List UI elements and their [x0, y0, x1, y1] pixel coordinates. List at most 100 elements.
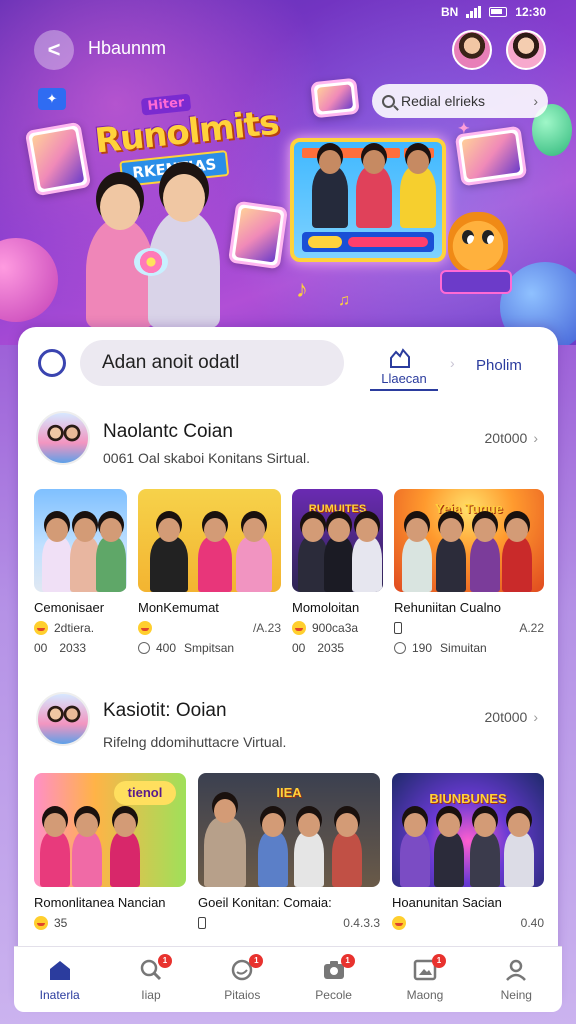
photo-sticker — [227, 200, 289, 270]
profile-icon — [506, 959, 527, 981]
thumbnail-banner: BIUNBUNES — [429, 791, 507, 806]
music-note-icon: ♪ — [296, 276, 308, 303]
video-thumbnail: tienol — [34, 773, 186, 887]
home-icon — [49, 960, 70, 980]
back-arrow-icon: < — [47, 37, 61, 62]
nav-camera[interactable]: 1 Pecole — [289, 953, 379, 1002]
section-avatar[interactable] — [36, 411, 90, 465]
nav-profile[interactable]: Neing — [471, 958, 561, 1002]
section-count[interactable]: 20t000 › — [485, 430, 539, 446]
nav-search[interactable]: 1 Iiap — [106, 953, 196, 1002]
section-title[interactable]: Naolantc Coian — [103, 421, 233, 443]
video-tile[interactable]: MonKemumat /A.23 400 Smpitsan — [138, 489, 281, 655]
thumbnail-banner: Yeia Tuque — [435, 501, 503, 516]
tile-title: Hoanunitan Sacian — [392, 895, 502, 910]
circle-icon[interactable] — [38, 349, 66, 377]
thumbnail-banner: tienol — [114, 781, 176, 805]
avatar[interactable] — [452, 30, 492, 70]
hero-search-bar[interactable]: Redial elrieks › — [372, 84, 548, 118]
tile-title: Rehuniitan Cualno — [394, 600, 501, 615]
bottom-nav: Inaterla 1 Iiap 1 Pitaios 1 Pecole 1 Mao… — [14, 946, 562, 1012]
carrier-label: BN — [440, 5, 459, 19]
hero-search-placeholder: Redial elrieks — [401, 93, 486, 109]
section-count-value: 20t000 — [484, 709, 528, 725]
video-tile[interactable]: IIEA Goeil Konitan: Comaia: 0.4.3.3 — [198, 773, 380, 930]
tile-meta: 00 — [34, 641, 48, 655]
video-tile[interactable]: BIUNBUNES Hoanunitan Sacian 0.40 — [392, 773, 544, 930]
notification-badge: 1 — [340, 953, 355, 968]
tab-active[interactable]: Llaecan — [370, 371, 438, 391]
tile-meta: Simuitan — [440, 641, 487, 655]
tile-title: Momoloitan — [292, 600, 360, 615]
music-note-icon: ♫ — [338, 292, 350, 309]
back-button[interactable]: < — [34, 30, 74, 70]
status-time: 12:30 — [515, 5, 546, 19]
chevron-right-icon: › — [533, 93, 538, 109]
tile-title: MonKemumat — [138, 600, 219, 615]
emoji-icon — [34, 916, 48, 930]
flower-bouquet — [134, 248, 168, 276]
chevron-right-icon: › — [533, 709, 538, 725]
nav-label: Neing — [500, 987, 532, 1002]
thumbnail-banner: IIEA — [276, 785, 302, 800]
tile-meta: 400 — [156, 641, 177, 655]
notification-badge: 1 — [249, 953, 264, 968]
emoji-icon — [138, 621, 152, 635]
section-avatar[interactable] — [36, 692, 90, 746]
search-icon — [382, 94, 395, 108]
tile-title: Goeil Konitan: Comaia: — [198, 895, 332, 910]
video-thumbnail: BIUNBUNES — [392, 773, 544, 887]
tile-meta: 900ca3a — [312, 621, 359, 635]
video-thumbnail: RUMUITES — [292, 489, 383, 592]
nav-gallery[interactable]: 1 Maong — [380, 953, 470, 1002]
avatar[interactable] — [506, 30, 546, 70]
video-thumbnail — [138, 489, 281, 592]
logo-main-text: Runolmits — [92, 102, 281, 162]
section-title[interactable]: Kasiotit: Ooian — [103, 700, 227, 722]
tile-title: Cemonisaer — [34, 600, 105, 615]
nav-home[interactable]: Inaterla — [15, 958, 105, 1002]
decor-orb — [0, 238, 58, 322]
tile-meta: 2035 — [317, 641, 345, 655]
runner-icon[interactable]: ✦ — [38, 88, 66, 110]
tab-other[interactable]: Pholim — [476, 357, 522, 374]
notification-badge: 1 — [157, 953, 172, 968]
notification-badge: 1 — [431, 953, 446, 968]
tile-meta: /A.23 — [252, 621, 281, 635]
video-tile[interactable]: Cemonisaer 2dtiera. 00 2033 — [34, 489, 127, 655]
hero-people-image — [72, 174, 230, 328]
section-subtitle: 0061 Oal skaboi Konitans Sirtual. — [103, 450, 311, 466]
page-title: Hbaunnm — [88, 38, 167, 58]
bar-icon — [198, 917, 206, 929]
tile-meta: A.22 — [519, 621, 544, 635]
tile-meta: 190 — [412, 641, 433, 655]
tile-meta: 35 — [54, 916, 68, 930]
play-count-icon — [394, 642, 406, 654]
video-tile[interactable]: Yeia Tuque Rehuniitan Cualno A.22 190 Sim… — [394, 489, 544, 655]
nav-label: Inaterla — [39, 987, 80, 1002]
video-tile[interactable]: tienol Romonlitanea Nancian 35 — [34, 773, 186, 930]
section-count[interactable]: 20t000 › — [485, 709, 539, 725]
search-input[interactable]: Adan anoit odatl — [80, 340, 344, 386]
video-tile[interactable]: RUMUITES Momoloitan 900ca3a 00 2035 — [292, 489, 383, 655]
nav-label: Pitaios — [224, 987, 261, 1002]
tile-title: Romonlitanea Nancian — [34, 895, 166, 910]
bar-icon — [394, 622, 402, 634]
battery-icon — [489, 7, 508, 17]
tile-meta: 2dtiera. — [54, 621, 95, 635]
tile-meta: Smpitsan — [184, 641, 235, 655]
mascot-character — [448, 212, 508, 274]
search-input-value: Adan anoit odatl — [102, 352, 240, 373]
tile-meta: 0.4.3.3 — [343, 916, 380, 930]
video-thumbnail — [34, 489, 127, 592]
section-subtitle: Rifelng ddomihuttacre Virtual. — [103, 734, 287, 750]
tile-meta: 0.40 — [520, 916, 544, 930]
video-thumbnail: IIEA — [198, 773, 380, 887]
nav-chat[interactable]: 1 Pitaios — [197, 953, 287, 1002]
upload-icon[interactable] — [388, 347, 412, 369]
signal-icon — [466, 6, 482, 18]
nav-label: Pecole — [315, 987, 352, 1002]
photo-sticker — [454, 125, 528, 187]
emoji-icon — [392, 916, 406, 930]
content-panel: Adan anoit odatl Llaecan › Pholim Naolan… — [18, 327, 558, 1007]
